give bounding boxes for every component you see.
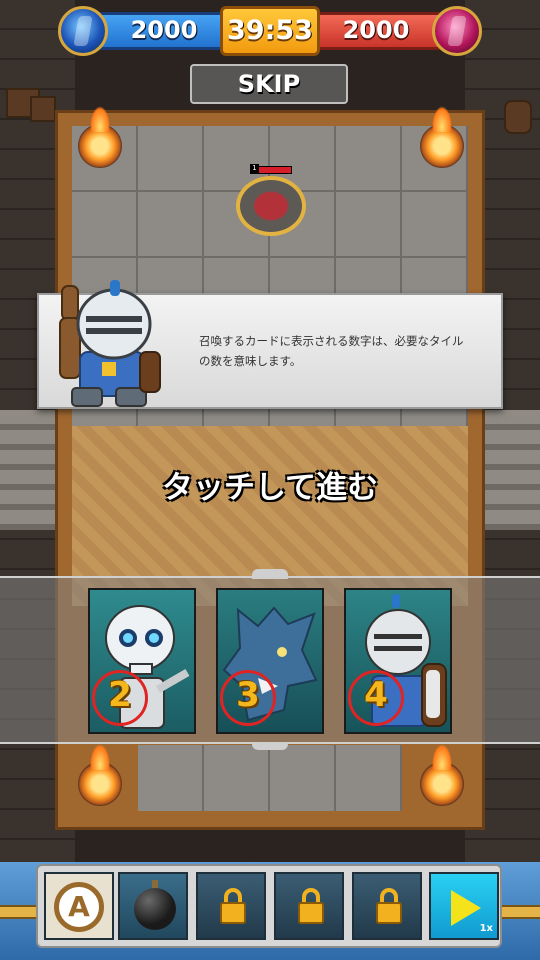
speed-label: 1x bbox=[479, 923, 493, 934]
torch-icon bbox=[420, 744, 464, 806]
blue-gem-icon bbox=[58, 6, 108, 56]
bomb-skill-slot[interactable] bbox=[118, 872, 188, 940]
cost-ring: 2 bbox=[92, 670, 148, 726]
bomb-icon bbox=[134, 888, 176, 930]
lock-icon bbox=[220, 902, 246, 924]
tutorial-message-line2: の数を意味します。 bbox=[199, 354, 302, 368]
match-timer: 39:53 bbox=[220, 6, 320, 56]
unit-card-skeleton[interactable]: 2 bbox=[88, 588, 196, 734]
red-gem-icon bbox=[432, 6, 482, 56]
auto-icon: A bbox=[54, 882, 104, 932]
card-cost: 2 bbox=[108, 675, 132, 715]
tutorial-message-line1: 召喚するカードに表示される数字は、必要なタイル bbox=[199, 334, 464, 348]
cost-ring: 3 bbox=[220, 670, 276, 726]
enemy-unit bbox=[236, 176, 306, 236]
unit-card-wolf[interactable]: 3 bbox=[216, 588, 324, 734]
score-hud: 2000 2000 39:53 bbox=[58, 6, 482, 58]
play-icon bbox=[451, 890, 481, 926]
torch-icon bbox=[78, 106, 122, 168]
auto-button[interactable]: A bbox=[44, 872, 114, 940]
skip-button[interactable]: SKIP bbox=[190, 64, 348, 104]
torch-icon bbox=[420, 106, 464, 168]
barrel bbox=[504, 100, 532, 134]
speed-play-button[interactable]: 1x bbox=[429, 872, 499, 940]
crate bbox=[30, 96, 56, 122]
enemy-level-badge: 1 bbox=[250, 164, 259, 173]
cost-ring: 4 bbox=[348, 670, 404, 726]
tap-to-continue-prompt[interactable]: タッチして進む bbox=[0, 462, 540, 507]
knight-guide-icon bbox=[59, 280, 161, 407]
locked-slot[interactable] bbox=[196, 872, 266, 940]
card-cost: 3 bbox=[236, 675, 260, 715]
unit-card-knight[interactable]: 4 bbox=[344, 588, 452, 734]
lock-icon bbox=[298, 902, 324, 924]
torch-icon bbox=[78, 744, 122, 806]
locked-slot[interactable] bbox=[352, 872, 422, 940]
tray-handle bbox=[252, 569, 288, 579]
card-cost: 4 bbox=[364, 675, 388, 715]
locked-slot[interactable] bbox=[274, 872, 344, 940]
lock-icon bbox=[376, 902, 402, 924]
tutorial-message: 召喚するカードに表示される数字は、必要なタイル の数を意味します。 bbox=[199, 331, 489, 371]
tray-handle bbox=[252, 742, 288, 750]
player-tile-grid[interactable] bbox=[138, 745, 402, 811]
